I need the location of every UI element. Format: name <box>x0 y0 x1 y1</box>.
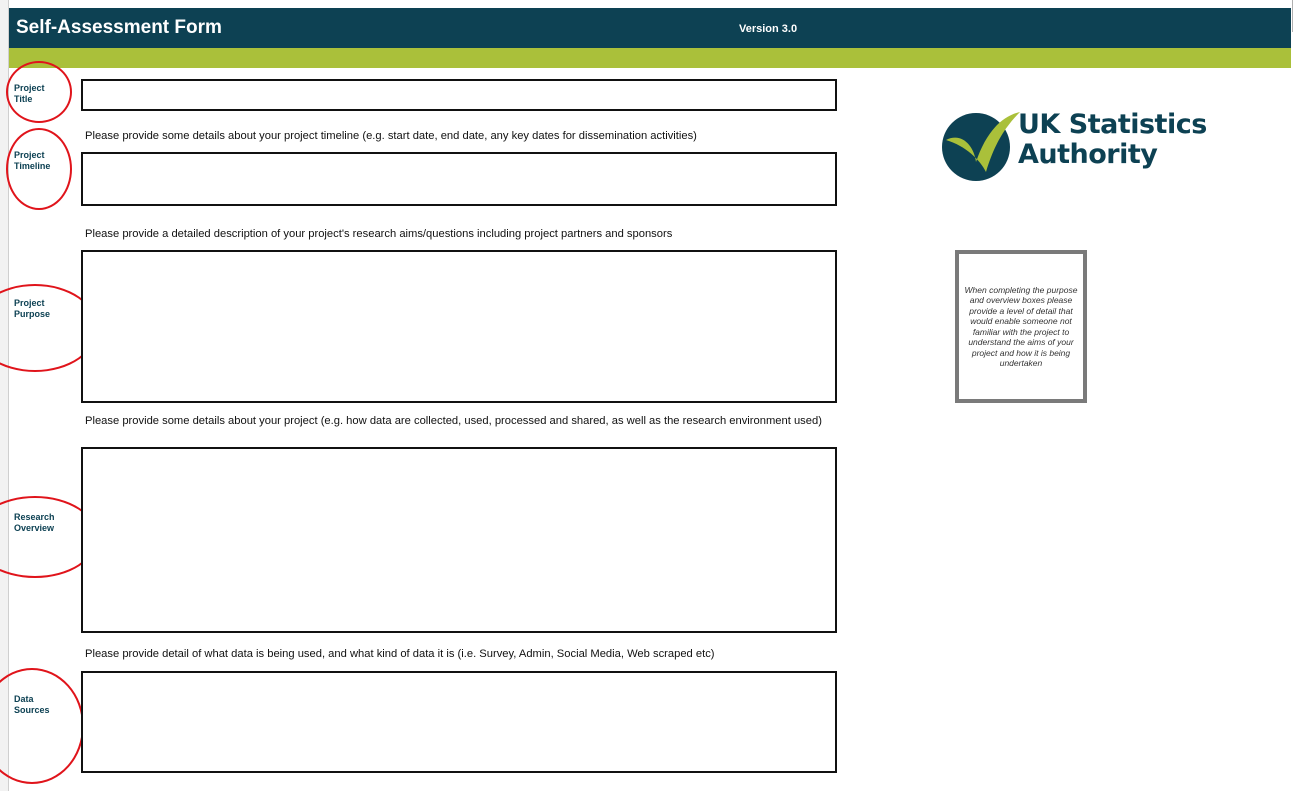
sheet-right-edge <box>1292 0 1293 32</box>
project-timeline-field[interactable] <box>81 152 837 206</box>
research-overview-hint: Please provide some details about your p… <box>85 415 822 427</box>
form-version: Version 3.0 <box>739 23 798 35</box>
sheet-left-edge <box>0 0 9 791</box>
annotation-circle <box>0 668 84 784</box>
data-sources-hint: Please provide detail of what data is be… <box>85 648 715 660</box>
logo-wordmark-line2: Authority <box>1018 139 1158 170</box>
guidance-note-text: When completing the purpose and overview… <box>964 284 1078 369</box>
logo-wordmark: UK Statistics Authority <box>1018 110 1207 170</box>
accent-bar <box>9 48 1291 68</box>
annotation-circle <box>6 128 72 210</box>
logo-wordmark-line1: UK Statistics <box>1018 109 1207 140</box>
form-title: Self-Assessment Form <box>16 17 222 38</box>
project-purpose-field[interactable] <box>81 250 837 403</box>
project-title-field[interactable] <box>81 79 837 111</box>
data-sources-field[interactable] <box>81 671 837 773</box>
research-overview-field[interactable] <box>81 447 837 633</box>
guidance-note: When completing the purpose and overview… <box>955 250 1087 403</box>
project-timeline-hint: Please provide some details about your p… <box>85 130 697 142</box>
form-header: Self-Assessment Form Version 3.0 <box>9 8 1291 48</box>
project-purpose-hint: Please provide a detailed description of… <box>85 228 673 240</box>
annotation-circle <box>6 61 72 123</box>
